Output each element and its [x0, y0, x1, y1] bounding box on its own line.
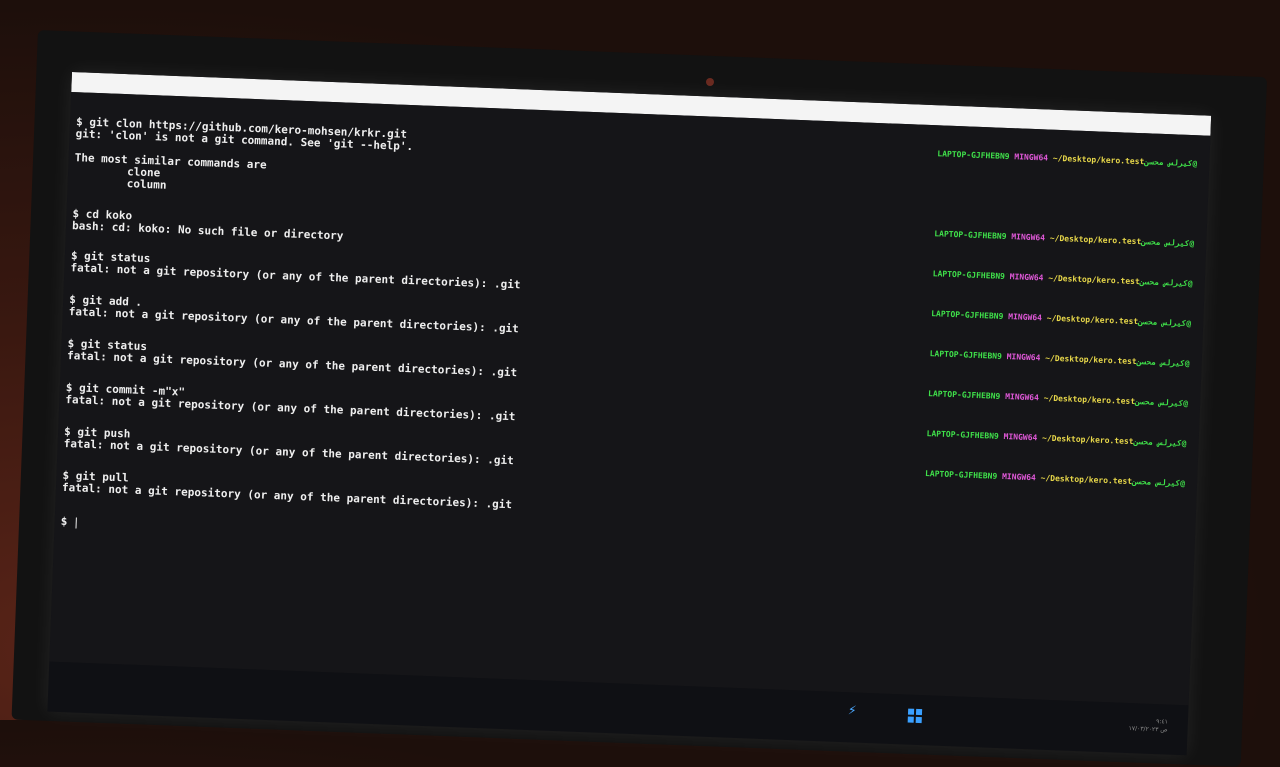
- prompt-host: LAPTOP-GJFHEBN9: [931, 309, 1004, 321]
- prompt-line: LAPTOP-GJFHEBN9 MINGW64 ~/Desktop/kero.t…: [937, 149, 1197, 169]
- app-icon[interactable]: ⚡: [848, 702, 857, 718]
- power-led-icon: [706, 78, 714, 86]
- prompt-path: ~/Desktop/kero.test: [1045, 353, 1137, 367]
- prompt-user: کیرلس محسن@: [1133, 437, 1187, 449]
- prompt-user: کیرلس محسن@: [1141, 237, 1195, 249]
- prompt-path: ~/Desktop/kero.test: [1048, 273, 1140, 287]
- prompt-host: LAPTOP-GJFHEBN9: [937, 149, 1010, 162]
- current-prompt[interactable]: $: [60, 514, 78, 529]
- tray-date: ص ١٧/٠٣/٢٠٢٣: [1128, 725, 1168, 734]
- prompt-line: LAPTOP-GJFHEBN9 MINGW64 ~/Desktop/kero.t…: [925, 469, 1185, 489]
- text-cursor: [75, 516, 78, 529]
- output-line: bash: cd: koko: No such file or director…: [71, 219, 344, 243]
- prompt-line: LAPTOP-GJFHEBN9 MINGW64 ~/Desktop/kero.t…: [928, 389, 1188, 409]
- prompt-user: کیرلس محسن@: [1138, 317, 1192, 329]
- prompt-line: LAPTOP-GJFHEBN9 MINGW64 ~/Desktop/kero.t…: [929, 349, 1190, 369]
- prompt-system: MINGW64: [1004, 392, 1040, 403]
- start-icon[interactable]: [907, 708, 923, 724]
- prompt-host: LAPTOP-GJFHEBN9: [927, 389, 1001, 401]
- output-line: fatal: not a git repository (or any of t…: [70, 261, 521, 292]
- output-line: column: [73, 175, 167, 192]
- prompt-user: کیرلس محسن@: [1131, 476, 1186, 489]
- prompt-line: LAPTOP-GJFHEBN9 MINGW64 ~/Desktop/kero.t…: [931, 309, 1191, 329]
- prompt-line: LAPTOP-GJFHEBN9 MINGW64 ~/Desktop/kero.t…: [933, 269, 1193, 289]
- prompt-system: MINGW64: [1006, 352, 1041, 363]
- prompt-system: MINGW64: [1001, 472, 1036, 483]
- prompt-host: LAPTOP-GJFHEBN9: [929, 349, 1003, 361]
- prompt-symbol: $: [60, 514, 75, 529]
- prompt-path: ~/Desktop/kero.test: [1049, 233, 1142, 247]
- prompt-path: ~/Desktop/kero.test: [1052, 153, 1145, 167]
- prompt-system: MINGW64: [1008, 312, 1043, 323]
- prompt-system: MINGW64: [1009, 272, 1044, 283]
- output-line: fatal: not a git repository (or any of t…: [65, 392, 516, 424]
- prompt-user: کیرلس محسن@: [1144, 157, 1198, 169]
- prompt-path: ~/Desktop/kero.test: [1043, 393, 1136, 407]
- prompt-system: MINGW64: [1014, 152, 1049, 163]
- prompt-user: کیرلس محسن@: [1134, 397, 1189, 409]
- prompt-path: ~/Desktop/kero.test: [1046, 313, 1139, 327]
- prompt-user: کیرلس محسن@: [1136, 357, 1190, 369]
- terminal-window[interactable]: LAPTOP-GJFHEBN9 MINGW64 ~/Desktop/kero.t…: [49, 91, 1211, 706]
- output-line: fatal: not a git repository (or any of t…: [66, 349, 518, 380]
- prompt-host: LAPTOP-GJFHEBN9: [926, 429, 999, 441]
- prompt-path: ~/Desktop/kero.test: [1041, 433, 1134, 447]
- prompt-line: LAPTOP-GJFHEBN9 MINGW64 ~/Desktop/kero.t…: [934, 229, 1194, 249]
- prompt-user: کیرلس محسن@: [1139, 277, 1193, 289]
- output-line: fatal: not a git repository (or any of t…: [68, 305, 520, 336]
- output-line: fatal: not a git repository (or any of t…: [61, 480, 513, 512]
- prompt-system: MINGW64: [1003, 432, 1038, 443]
- monitor-screen: LAPTOP-GJFHEBN9 MINGW64 ~/Desktop/kero.t…: [47, 72, 1212, 756]
- prompt-host: LAPTOP-GJFHEBN9: [934, 229, 1007, 241]
- prompt-system: MINGW64: [1011, 232, 1046, 243]
- prompt-path: ~/Desktop/kero.test: [1040, 473, 1133, 486]
- prompt-host: LAPTOP-GJFHEBN9: [932, 269, 1006, 281]
- output-line: fatal: not a git repository (or any of t…: [63, 436, 514, 468]
- prompt-host: LAPTOP-GJFHEBN9: [924, 469, 998, 481]
- prompt-line: LAPTOP-GJFHEBN9 MINGW64 ~/Desktop/kero.t…: [926, 429, 1186, 449]
